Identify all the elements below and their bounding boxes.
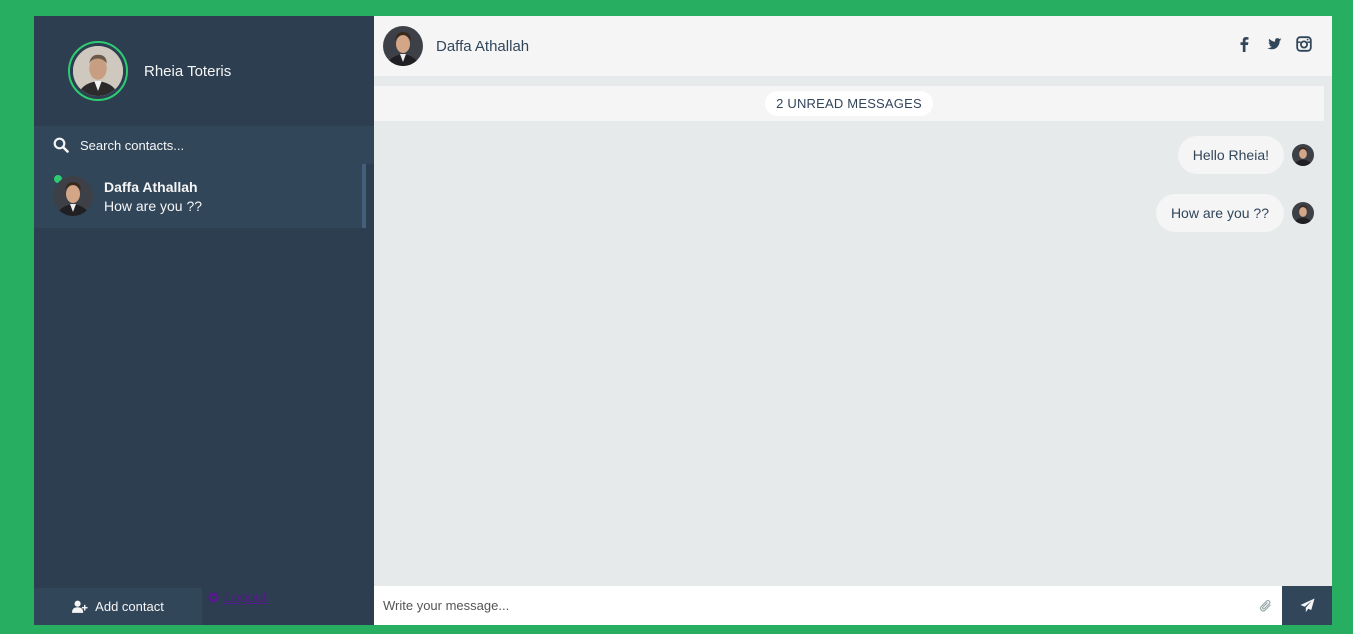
contact-item[interactable]: Daffa Athallah How are you ?? bbox=[34, 164, 362, 228]
message-avatar bbox=[1292, 202, 1314, 224]
facebook-icon[interactable] bbox=[1236, 36, 1252, 52]
chat-app-frame: Rheia Toteris Search contacts... Daffa A… bbox=[34, 16, 1332, 625]
logout-label: Logout bbox=[224, 589, 267, 605]
message-input[interactable] bbox=[374, 586, 1248, 625]
add-contact-button[interactable]: Add contact bbox=[34, 588, 202, 625]
send-button[interactable] bbox=[1282, 586, 1332, 625]
contact-name: Daffa Athallah bbox=[104, 178, 198, 195]
person-avatar-icon bbox=[1292, 202, 1314, 224]
profile-section: Rheia Toteris bbox=[34, 16, 374, 126]
sidebar: Rheia Toteris Search contacts... Daffa A… bbox=[34, 16, 374, 625]
social-links bbox=[1236, 36, 1312, 52]
message-item: How are you ?? bbox=[1155, 194, 1314, 232]
add-user-icon bbox=[72, 600, 88, 613]
profile-avatar[interactable] bbox=[68, 41, 128, 101]
paperclip-icon bbox=[1259, 599, 1271, 612]
unread-messages-badge[interactable]: 2 UNREAD MESSAGES bbox=[765, 91, 933, 116]
chat-content: Daffa Athallah 2 UNREAD MESSAGES Hello R… bbox=[374, 16, 1332, 625]
person-avatar-icon bbox=[53, 176, 93, 216]
sidebar-bottom-bar: Add contact Logout bbox=[34, 588, 374, 625]
person-avatar-icon bbox=[383, 26, 423, 66]
gear-icon bbox=[208, 592, 219, 603]
search-input[interactable] bbox=[80, 137, 320, 153]
unread-banner: 2 UNREAD MESSAGES bbox=[374, 86, 1324, 121]
attach-button[interactable] bbox=[1248, 586, 1282, 625]
message-composer bbox=[374, 586, 1332, 625]
logout-link[interactable]: Logout bbox=[207, 589, 267, 625]
add-contact-label: Add contact bbox=[95, 599, 164, 614]
message-bubble: How are you ?? bbox=[1155, 194, 1284, 232]
contact-avatar bbox=[53, 176, 93, 216]
header-avatar[interactable] bbox=[383, 26, 423, 66]
person-avatar-icon bbox=[1292, 144, 1314, 166]
paper-plane-icon bbox=[1299, 598, 1315, 613]
instagram-icon[interactable] bbox=[1296, 36, 1312, 52]
person-avatar-icon bbox=[73, 46, 123, 96]
search-icon bbox=[53, 137, 69, 153]
contact-preview: How are you ?? bbox=[104, 197, 203, 214]
header-contact-name: Daffa Athallah bbox=[436, 37, 530, 55]
message-avatar bbox=[1292, 144, 1314, 166]
profile-name: Rheia Toteris bbox=[144, 62, 232, 80]
search-bar bbox=[34, 126, 374, 164]
message-item: Hello Rheia! bbox=[1177, 136, 1314, 174]
contact-meta: Daffa Athallah How are you ?? bbox=[104, 179, 202, 214]
twitter-icon[interactable] bbox=[1266, 36, 1282, 52]
contacts-list: Daffa Athallah How are you ?? bbox=[34, 164, 374, 228]
message-bubble: Hello Rheia! bbox=[1177, 136, 1284, 174]
contacts-scrollbar[interactable] bbox=[362, 164, 366, 228]
contact-header: Daffa Athallah bbox=[374, 16, 1332, 76]
